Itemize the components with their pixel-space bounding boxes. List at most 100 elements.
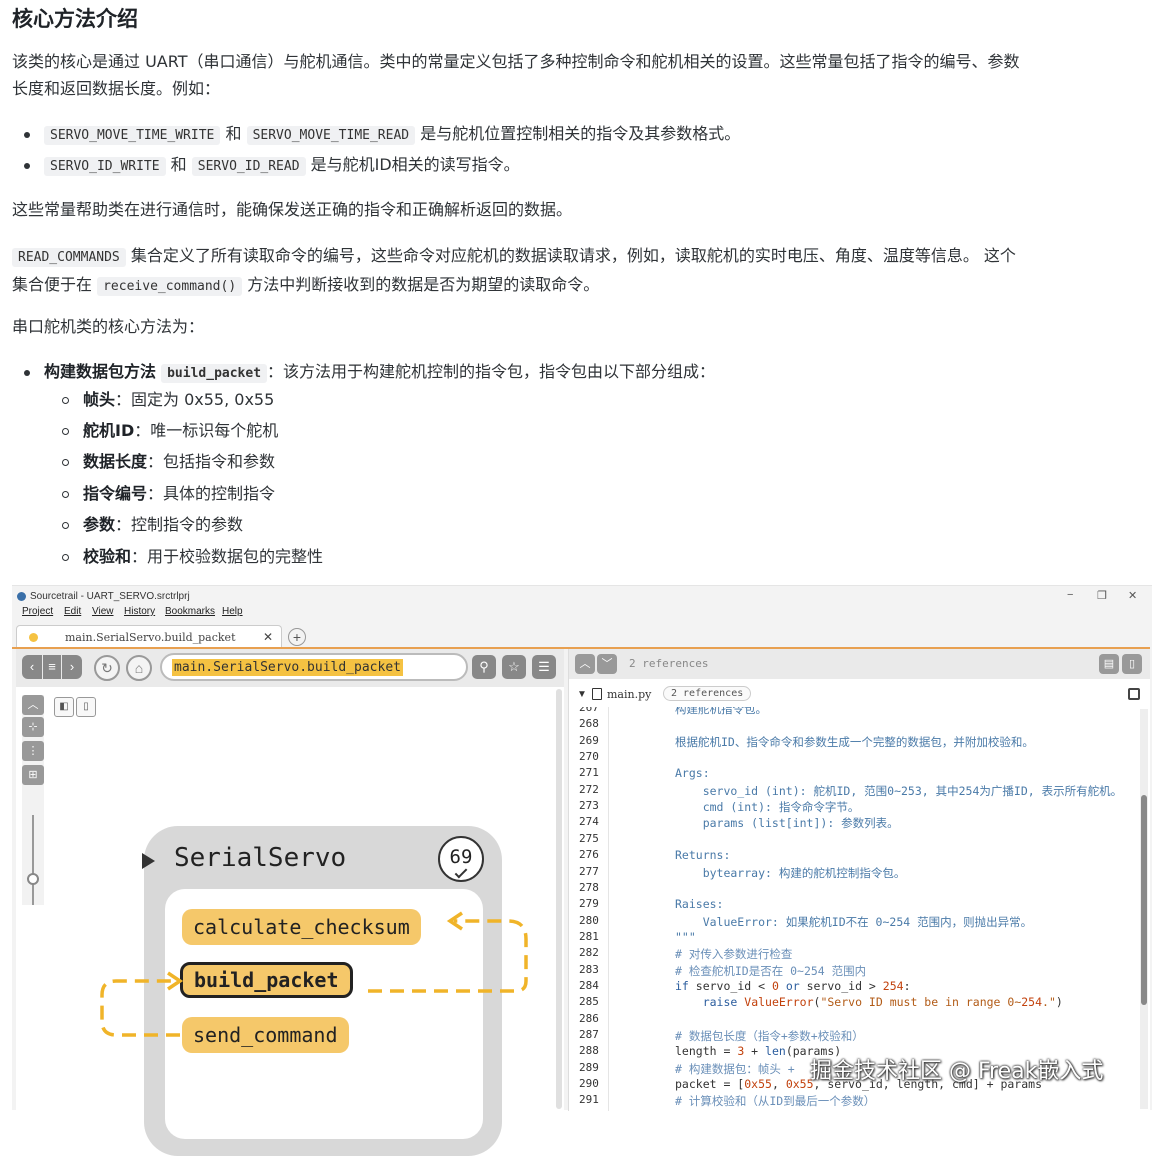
code-line: # 数据包长度（指令+参数+校验和） [675, 1029, 864, 1043]
paragraph: 这些常量帮助类在进行通信时，能确保发送正确的指令和正确解析返回的数据。 [12, 200, 573, 219]
single-file-icon[interactable]: ▯ [1122, 654, 1142, 674]
line-number: 291 [579, 1093, 599, 1107]
inline-code: SERVO_MOVE_TIME_READ [246, 126, 416, 145]
intro-paragraph: 该类的核心是通过 UART（串口通信）与舵机通信。类中的常量定义包括了多种控制命… [12, 48, 1146, 102]
part-name: 参数 [83, 515, 116, 534]
intro-line-2: 长度和返回数据长度。例如： [12, 79, 221, 98]
close-tab-icon[interactable]: ✕ [263, 630, 273, 644]
sub-list-item: 帧头：固定为 0x55, 0x55 [62, 386, 274, 413]
graph-pane: ‹ ≡ › ↻ ⌂ main.SerialServo.build_packet … [16, 649, 564, 1156]
part-desc: ：唯一标识每个舵机 [134, 421, 279, 440]
section-heading: 核心方法介绍 [12, 7, 138, 31]
menu-view[interactable]: View [92, 606, 114, 617]
part-name: 帧头 [83, 390, 116, 409]
next-reference-icon[interactable]: ﹀ [597, 654, 617, 674]
intro-line-1: 该类的核心是通过 UART（串口通信）与舵机通信。类中的常量定义包括了多种控制命… [12, 52, 1020, 71]
tab-build-packet[interactable]: main.SerialServo.build_packet ✕ [16, 625, 282, 649]
inline-code: receive_command() [97, 277, 243, 296]
list-item: 构建数据包方法 build_packet ：该方法用于构建舵机控制的指令包，指令包… [24, 358, 715, 387]
menu-history[interactable]: History [124, 606, 155, 617]
code-line: 根据舵机ID、指令命令和参数生成一个完整的数据包，并附加校验和。 [675, 734, 1034, 749]
line-number: 290 [579, 1077, 599, 1091]
maximize-file-icon[interactable] [1128, 688, 1140, 700]
line-number: 279 [579, 897, 599, 911]
collapse-file-icon[interactable]: ▼ [577, 689, 587, 700]
line-number: 271 [579, 766, 599, 780]
inline-code: build_packet [161, 364, 268, 383]
list-item: SERVO_MOVE_TIME_WRITE 和 SERVO_MOVE_TIME_… [24, 120, 740, 149]
add-tab-icon[interactable]: + [288, 628, 306, 646]
menu-project[interactable]: Project [22, 606, 53, 617]
file-reference-count: 2 references [663, 686, 752, 701]
bullet-dot [24, 369, 30, 376]
reference-count: 2 references [629, 657, 709, 670]
code-line: # 计算校验和（从ID到最后一个参数） [675, 1094, 876, 1109]
code-view[interactable]: 267 构建舵机指令包。 268 269 根据舵机ID、指令命令和参数生成一个完整的数据… [569, 707, 1139, 1111]
prev-reference-icon[interactable]: ︿ [575, 654, 595, 674]
code-line: bytearray: 构建的舵机控制指令包。 [675, 865, 906, 880]
inline-code: SERVO_ID_WRITE [44, 157, 166, 176]
sub-list-item: 指令编号：具体的控制指令 [62, 480, 275, 507]
close-icon[interactable]: ✕ [1128, 589, 1137, 602]
list-item: SERVO_ID_WRITE 和 SERVO_ID_READ 是与舵机ID相关的… [24, 151, 520, 180]
file-header[interactable]: ▼ main.py 2 references [569, 683, 1150, 707]
sub-list-item: 校验和：用于校验数据包的完整性 [62, 543, 323, 570]
file-name: main.py [607, 688, 652, 701]
code-line: params (list[int]): 参数列表。 [675, 816, 899, 831]
code-line: cmd (int): 指令命令字节。 [675, 800, 860, 815]
bullet-circle [62, 397, 69, 404]
menu-help[interactable]: Help [222, 606, 243, 617]
tab-status-icon [29, 633, 38, 642]
sub-list-item: 数据长度：包括指令和参数 [62, 448, 275, 475]
code-line: Args: [675, 766, 710, 781]
code-line: # 检查舵机ID是否在 0~254 范围内 [675, 963, 867, 978]
sub-list-item: 参数：控制指令的参数 [62, 511, 243, 538]
bullet-circle [62, 459, 69, 466]
window-title: Sourcetrail - UART_SERVO.srctrlprj [30, 591, 190, 602]
line-number: 269 [579, 733, 599, 747]
scrollbar-thumb[interactable] [1141, 795, 1147, 1005]
code-line: 构建舵机指令包。 [675, 707, 767, 716]
menu-bookmarks[interactable]: Bookmarks [165, 606, 215, 617]
code-line: Raises: [675, 897, 724, 912]
part-desc: ：控制指令的参数 [115, 515, 244, 534]
list-text: ：该方法用于构建舵机控制的指令包，指令包由以下部分组成： [267, 362, 716, 381]
part-desc: ：固定为 0x55, 0x55 [115, 390, 275, 409]
line-number: 278 [579, 880, 599, 894]
title-bar: Sourcetrail - UART_SERVO.srctrlprj − ❐ ✕ [12, 586, 1152, 606]
edge-build-to-checksum [368, 919, 528, 993]
code-line: """ [675, 929, 696, 944]
line-number: 272 [579, 782, 599, 796]
restore-icon[interactable]: ❐ [1097, 589, 1107, 602]
line-number: 280 [579, 913, 599, 927]
tab-label: main.SerialServo.build_packet [65, 631, 236, 644]
tab-bar: main.SerialServo.build_packet ✕ + [12, 622, 1152, 650]
part-name: 舵机ID [83, 421, 135, 440]
code-scrollbar[interactable] [1140, 709, 1148, 1109]
line-number: 275 [579, 831, 599, 845]
part-name: 指令编号 [83, 484, 148, 503]
part-desc: ：用于校验数据包的完整性 [131, 547, 324, 566]
paragraph-text: 方法中判断接收到的数据是否为期望的读取命令。 [247, 275, 600, 294]
paragraph: 串口舵机类的核心方法为： [12, 317, 205, 336]
code-line: servo_id (int): 舵机ID, 范围0~253, 其中254为广播I… [675, 783, 1123, 798]
line-number: 289 [579, 1060, 599, 1074]
line-number: 285 [579, 995, 599, 1009]
line-number: 282 [579, 946, 599, 960]
paragraph: READ_COMMANDS 集合定义了所有读取命令的编号，这些命令对应舵机的数据… [12, 242, 1146, 300]
snippet-mode-icon[interactable]: ▤ [1099, 654, 1119, 674]
code-line: if servo_id < 0 or servo_id > 254: [675, 978, 911, 993]
menu-edit[interactable]: Edit [64, 606, 81, 617]
list-text: 是与舵机ID相关的读写指令。 [310, 155, 520, 174]
code-line: ValueError: 如果舵机ID不在 0~254 范围内，则抛出异常。 [675, 914, 1033, 929]
minimize-icon[interactable]: − [1067, 589, 1073, 601]
code-line: raise ValueError("Servo ID must be in ra… [702, 995, 1063, 1010]
file-icon [592, 688, 602, 700]
call-edges [100, 911, 528, 1037]
method-title: 构建数据包方法 [44, 362, 157, 381]
bullet-circle [62, 491, 69, 498]
sub-list-item: 舵机ID：唯一标识每个舵机 [62, 417, 278, 444]
inline-code: READ_COMMANDS [12, 248, 126, 267]
paragraph-text: 集合定义了所有读取命令的编号，这些命令对应舵机的数据读取请求，例如，读取舵机的实… [130, 246, 1016, 265]
line-number: 267 [579, 707, 599, 714]
